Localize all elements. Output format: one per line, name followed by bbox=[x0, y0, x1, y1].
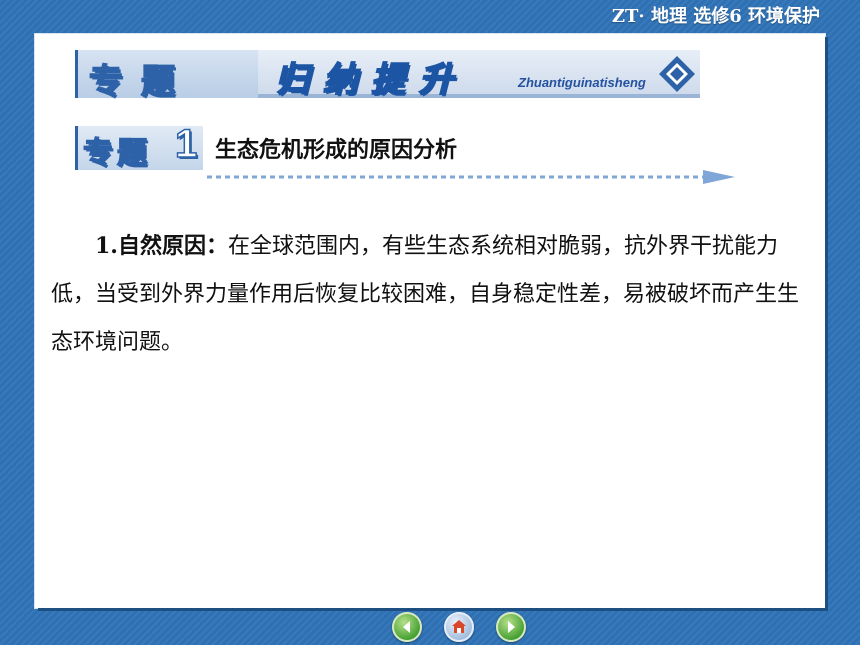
course-header: ZT· 地理 选修6 环境保护 bbox=[611, 6, 820, 27]
section-banner: 专题 归纳提升 Zhuantiguinatisheng bbox=[75, 50, 700, 103]
home-icon bbox=[452, 620, 466, 633]
topic-title: 生态危机形成的原因分析 bbox=[215, 138, 458, 163]
dotted-arrow-icon bbox=[207, 170, 735, 184]
body-paragraph: 1.自然原因：在全球范围内，有些生态系统相对脆弱，抗外界干扰能力低，当受到外界力… bbox=[51, 222, 811, 367]
slide-panel: 专题 归纳提升 Zhuantiguinatisheng 专题 1 生态危机形成的… bbox=[35, 34, 825, 608]
topic-number: 1 bbox=[174, 121, 198, 167]
back-button[interactable] bbox=[392, 612, 422, 642]
body-lead: 1.自然原因： bbox=[95, 233, 228, 259]
slide-navigation bbox=[392, 612, 526, 642]
topic-label: 专题 bbox=[82, 135, 151, 171]
banner-label: 专题 bbox=[88, 61, 193, 103]
diamond-arrow-icon bbox=[659, 56, 695, 92]
banner-title: 归纳提升 bbox=[274, 59, 467, 101]
forward-arrow-icon bbox=[508, 621, 515, 633]
back-arrow-icon bbox=[403, 621, 410, 633]
forward-button[interactable] bbox=[496, 612, 526, 642]
body-content: 1.自然原因：在全球范围内，有些生态系统相对脆弱，抗外界干扰能力低，当受到外界力… bbox=[51, 222, 811, 367]
banner-pinyin: Zhuantiguinatisheng bbox=[518, 75, 646, 90]
home-button[interactable] bbox=[444, 612, 474, 642]
topic-header: 专题 1 生态危机形成的原因分析 bbox=[75, 121, 735, 184]
